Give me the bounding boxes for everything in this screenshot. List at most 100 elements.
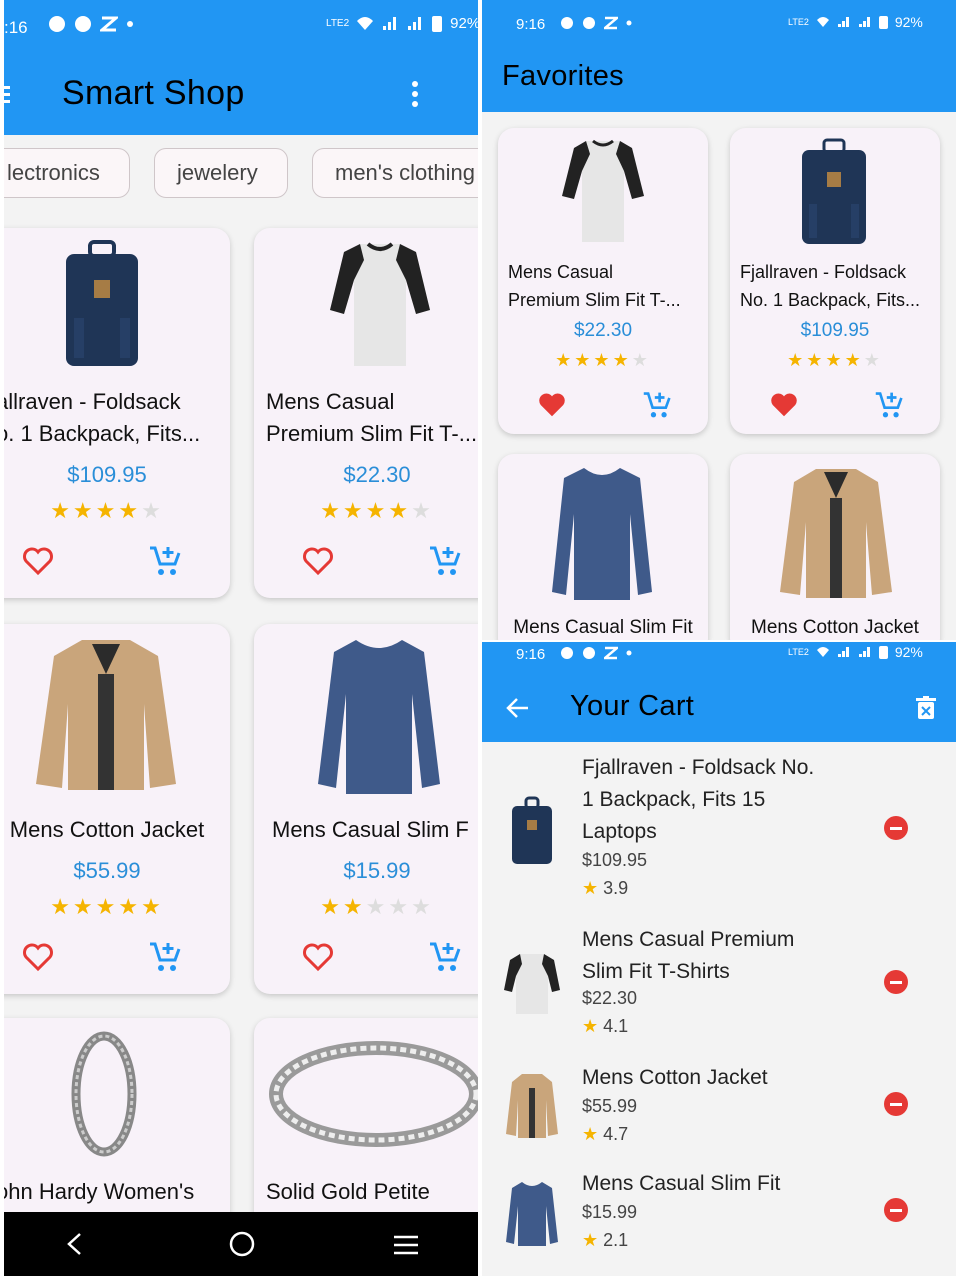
product-name: Solid Gold Petite — [266, 1179, 430, 1204]
wifi-icon — [357, 17, 374, 30]
status-right-icons: LTE2 92% — [326, 14, 478, 32]
add-to-cart-icon[interactable] — [428, 940, 462, 974]
item-thumbnail-backpack — [512, 796, 552, 864]
signal-icon — [837, 647, 849, 657]
product-price: $15.99 — [343, 858, 411, 883]
cart-item-price: $15.99 — [582, 1202, 638, 1222]
product-image-tshirt — [562, 139, 644, 242]
product-card[interactable]: Mens Casual Slim F $15.99 ★★★★★ — [254, 624, 478, 994]
product-image-backpack — [802, 138, 866, 244]
rating-stars: ★★★★★ — [787, 350, 883, 370]
item-thumbnail-jacket — [506, 1074, 558, 1138]
recents-nav-icon[interactable] — [392, 1234, 420, 1256]
signal-icon — [383, 17, 397, 30]
clear-cart-icon[interactable] — [916, 696, 936, 720]
status-bar: 9:16 LTE2 92% — [482, 0, 956, 56]
cart-item-price: $55.99 — [582, 1096, 638, 1116]
favorite-card[interactable]: Mens Casual Slim Fit — [498, 454, 708, 640]
remove-item-button[interactable] — [884, 816, 908, 840]
page-title: Your Cart — [570, 690, 695, 722]
network-label: LTE2 — [788, 17, 809, 27]
shop-screen: :16 LTE2 92% Smart Shop lectronics jewel… — [4, 0, 478, 1276]
battery-percent: 92% — [894, 14, 923, 30]
product-name: allraven - Foldsack o. 1 Backpack, Fits.… — [4, 389, 201, 446]
product-card[interactable]: Mens Casual Premium Slim Fit T-... $22.3… — [254, 228, 478, 598]
add-to-cart-icon[interactable] — [428, 544, 462, 578]
back-nav-icon[interactable] — [66, 1232, 82, 1256]
cart-item[interactable]: Mens Casual Premium Slim Fit T-Shirts $2… — [482, 924, 956, 1054]
status-bar: 9:16 LTE2 92% — [482, 642, 956, 698]
add-to-cart-icon[interactable] — [148, 940, 182, 974]
page-title: Smart Shop — [62, 74, 245, 112]
product-image-ring — [269, 1041, 478, 1147]
cart-screen: 9:16 LTE2 92% Your Cart Fjallraven - Fol… — [482, 642, 956, 1276]
add-to-cart-icon[interactable] — [642, 390, 672, 420]
cart-item-rating: ★ 4.1 — [582, 1016, 629, 1036]
favorites-screen: 9:16 LTE2 92% Favorites Mens Casual Prem… — [482, 0, 956, 640]
status-time: 9:16 — [516, 646, 546, 663]
product-image-tshirt — [330, 242, 430, 366]
chip-label: lectronics — [7, 160, 100, 185]
status-time: :16 — [4, 18, 28, 37]
cart-item-name: Fjallraven - Foldsack No. 1 Backpack, Fi… — [582, 756, 815, 843]
category-chip-jewelery[interactable]: jewelery — [154, 148, 288, 198]
product-name: Mens Cotton Jacket — [9, 817, 205, 842]
cart-item[interactable]: Mens Cotton Jacket $55.99 ★ 4.7 — [482, 1062, 956, 1162]
signal-icon-2 — [858, 17, 870, 27]
favorite-outline-icon[interactable] — [302, 546, 334, 576]
menu-icon[interactable] — [4, 84, 10, 104]
category-chip-mens-clothing[interactable]: men's clothing — [312, 148, 478, 198]
favorite-card[interactable]: Mens Cotton Jacket — [730, 454, 940, 640]
cart-item[interactable]: Fjallraven - Foldsack No. 1 Backpack, Fi… — [482, 752, 956, 912]
signal-icon-2 — [408, 17, 422, 30]
add-to-cart-icon[interactable] — [874, 390, 904, 420]
product-name: Mens Casual Premium Slim Fit T-... — [508, 262, 681, 310]
favorite-filled-icon[interactable] — [538, 392, 566, 418]
product-card[interactable]: allraven - Foldsack o. 1 Backpack, Fits.… — [4, 228, 230, 598]
favorite-outline-icon[interactable] — [302, 942, 334, 972]
wifi-icon — [816, 647, 829, 657]
wifi-icon — [816, 17, 829, 27]
remove-item-button[interactable] — [884, 1198, 908, 1222]
battery-percent: 92% — [894, 644, 923, 660]
product-price: $55.99 — [73, 858, 141, 883]
rating-value: 4.1 — [603, 1016, 629, 1036]
battery-icon — [878, 16, 888, 29]
remove-item-button[interactable] — [884, 970, 908, 994]
battery-icon — [432, 16, 443, 32]
add-to-cart-icon[interactable] — [148, 544, 182, 578]
status-right-icons: LTE2 92% — [788, 14, 923, 30]
cart-item-price: $109.95 — [582, 850, 648, 870]
network-label: LTE2 — [326, 17, 350, 29]
product-price: $109.95 — [67, 462, 147, 487]
favorite-card[interactable]: Fjallraven - Foldsack No. 1 Backpack, Fi… — [730, 128, 940, 434]
chip-label: jewelery — [177, 160, 258, 185]
favorite-filled-icon[interactable] — [770, 392, 798, 418]
product-image-longsleeve — [552, 468, 652, 600]
status-right-icons: LTE2 92% — [788, 644, 923, 660]
product-image-jacket — [36, 640, 176, 790]
item-thumbnail-tshirt — [504, 954, 560, 1014]
cart-item-name: Mens Cotton Jacket — [582, 1066, 768, 1089]
status-bar: :16 LTE2 92% — [4, 0, 478, 56]
product-image-bracelet — [71, 1031, 137, 1157]
home-nav-icon[interactable] — [228, 1230, 256, 1258]
cart-item-name: Mens Casual Slim Fit — [582, 1172, 781, 1195]
rating-value: 3.9 — [603, 878, 629, 898]
product-image-longsleeve — [318, 640, 440, 794]
category-chip-electronics[interactable]: lectronics — [4, 148, 130, 198]
product-card[interactable]: Mens Cotton Jacket $55.99 ★★★★★ — [4, 624, 230, 994]
product-name: Fjallraven - Foldsack No. 1 Backpack, Fi… — [740, 262, 921, 310]
notification-icons — [560, 16, 632, 30]
rating-value: 2.1 — [603, 1230, 629, 1250]
cart-item[interactable]: Mens Casual Slim Fit $15.99 ★ 2.1 — [482, 1168, 956, 1272]
system-nav-bar — [4, 1212, 478, 1276]
back-arrow-icon[interactable] — [506, 696, 530, 720]
rating-value: 4.7 — [603, 1124, 629, 1144]
product-name: Mens Cotton Jacket — [751, 617, 919, 638]
favorite-card[interactable]: Mens Casual Premium Slim Fit T-... $22.3… — [498, 128, 708, 434]
favorite-outline-icon[interactable] — [22, 942, 54, 972]
remove-item-button[interactable] — [884, 1092, 908, 1116]
favorite-outline-icon[interactable] — [22, 546, 54, 576]
more-vert-icon[interactable] — [409, 80, 421, 108]
